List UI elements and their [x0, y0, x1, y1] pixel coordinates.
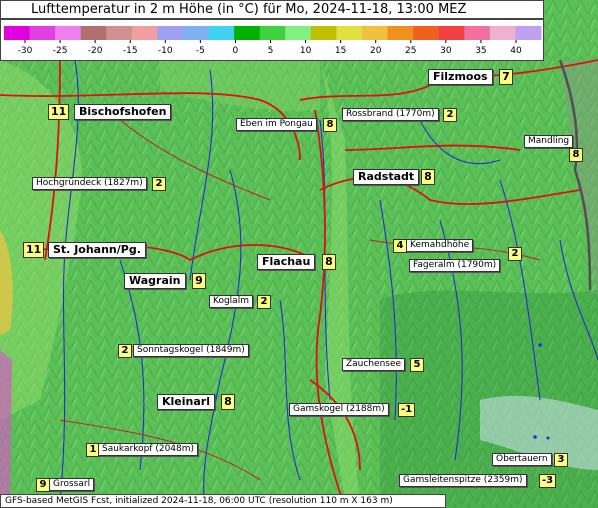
scale-swatch [310, 26, 337, 40]
scale-swatch [106, 26, 133, 40]
scale-tick-label: 10 [300, 46, 312, 56]
place-zauchensee: Zauchensee [342, 358, 406, 371]
color-scale-bar: -30 -25 -20 -15 -10 -5 0 5 10 15 20 25 30 35 40 [4, 26, 542, 56]
place-gamsleitenspitze: Gamsleitenspitze (2359m) [399, 474, 527, 487]
value-kemahdhoehe: 4 [393, 239, 407, 253]
scale-swatch [157, 26, 184, 40]
scale-swatch [208, 26, 235, 40]
place-bischofshofen: Bischofshofen [74, 104, 172, 120]
place-fageralm: Fageralm (1790m) [409, 259, 501, 272]
place-wagrain: Wagrain [124, 273, 186, 289]
value-filzmoos: 7 [499, 69, 513, 85]
scale-tick-label: 0 [233, 46, 239, 56]
value-rossbrand: 2 [443, 108, 457, 122]
value-kleinarl: 8 [221, 394, 235, 410]
scale-swatch [131, 26, 158, 40]
place-rossbrand: Rossbrand (1770m) [342, 108, 439, 121]
value-grossarl: 9 [36, 478, 50, 492]
scale-tick-label: 20 [370, 46, 382, 56]
scale-swatch [55, 26, 82, 40]
scale-swatch [259, 26, 286, 40]
place-st-johann: St. Johann/Pg. [48, 242, 146, 258]
value-wagrain: 9 [192, 273, 206, 289]
value-sonntagskogel: 2 [118, 344, 132, 358]
value-koglalm: 2 [257, 295, 271, 309]
place-flachau: Flachau [257, 254, 316, 270]
place-filzmoos: Filzmoos [428, 69, 493, 85]
value-eben-im-pongau: 8 [323, 118, 337, 132]
scale-swatch [438, 26, 465, 40]
place-saukarkopf: Saukarkopf (2048m) [98, 443, 199, 456]
place-radstadt: Radstadt [353, 169, 420, 185]
scale-tick-label: -10 [158, 46, 173, 56]
forecast-footer: GFS-based MetGIS Fcst, initialized 2024-… [0, 494, 446, 508]
value-flachau: 8 [322, 254, 336, 270]
place-gamskogel: Gamskogel (2188m) [289, 403, 389, 416]
place-kemahdhoehe: Kemahdhöhe [406, 239, 474, 252]
scale-swatch [515, 26, 542, 40]
scale-tick-label: 15 [335, 46, 346, 56]
value-gamskogel: -1 [398, 403, 416, 417]
scale-tick-label: -20 [88, 46, 103, 56]
place-eben-im-pongau: Eben im Pongau [236, 118, 317, 131]
value-fageralm: 2 [508, 247, 522, 261]
place-koglalm: Koglalm [209, 295, 253, 308]
scale-tick-label: -25 [53, 46, 68, 56]
scale-swatch [489, 26, 516, 40]
scale-tick-label: -5 [196, 46, 205, 56]
scale-tick-label: 40 [510, 46, 522, 56]
scale-swatch [362, 26, 389, 40]
value-mandling: 8 [569, 148, 583, 162]
place-obertauern: Obertauern [492, 453, 552, 466]
place-sonntagskogel: Sonntagskogel (1849m) [133, 344, 249, 357]
value-gamsleitenspitze: -3 [539, 474, 557, 488]
value-bischofshofen: 11 [48, 104, 70, 120]
place-mandling: Mandling [524, 135, 574, 148]
scale-tick-label: -15 [123, 46, 138, 56]
value-zauchensee: 5 [410, 358, 424, 372]
scale-swatch [413, 26, 440, 40]
scale-swatch [183, 26, 210, 40]
scale-tick-label: 30 [440, 46, 452, 56]
scale-swatch [234, 26, 261, 40]
value-hochgruendeck: 2 [152, 177, 166, 191]
scale-swatch [80, 26, 107, 40]
value-obertauern: 3 [554, 453, 568, 467]
value-st-johann: 11 [23, 242, 45, 258]
scale-tick-label: 5 [268, 46, 274, 56]
scale-swatch [29, 26, 56, 40]
value-radstadt: 8 [421, 169, 435, 185]
place-hochgruendeck: Hochgründeck (1827m) [32, 177, 147, 190]
scale-tick-label: 25 [405, 46, 416, 56]
scale-swatch [336, 26, 363, 40]
scale-swatch [4, 26, 31, 40]
scale-tick-label: 35 [475, 46, 486, 56]
place-grossarl: Grossarl [49, 478, 95, 491]
scale-swatch [464, 26, 491, 40]
temperature-color-scale: -30 -25 -20 -15 -10 -5 0 5 10 15 20 25 30 35 40 [0, 19, 544, 61]
place-kleinarl: Kleinarl [157, 394, 215, 410]
scale-swatch [387, 26, 414, 40]
map-title: Lufttemperatur in 2 m Höhe (in °C) für M… [0, 0, 544, 19]
scale-tick-label: -30 [18, 46, 33, 56]
scale-swatch [285, 26, 312, 40]
